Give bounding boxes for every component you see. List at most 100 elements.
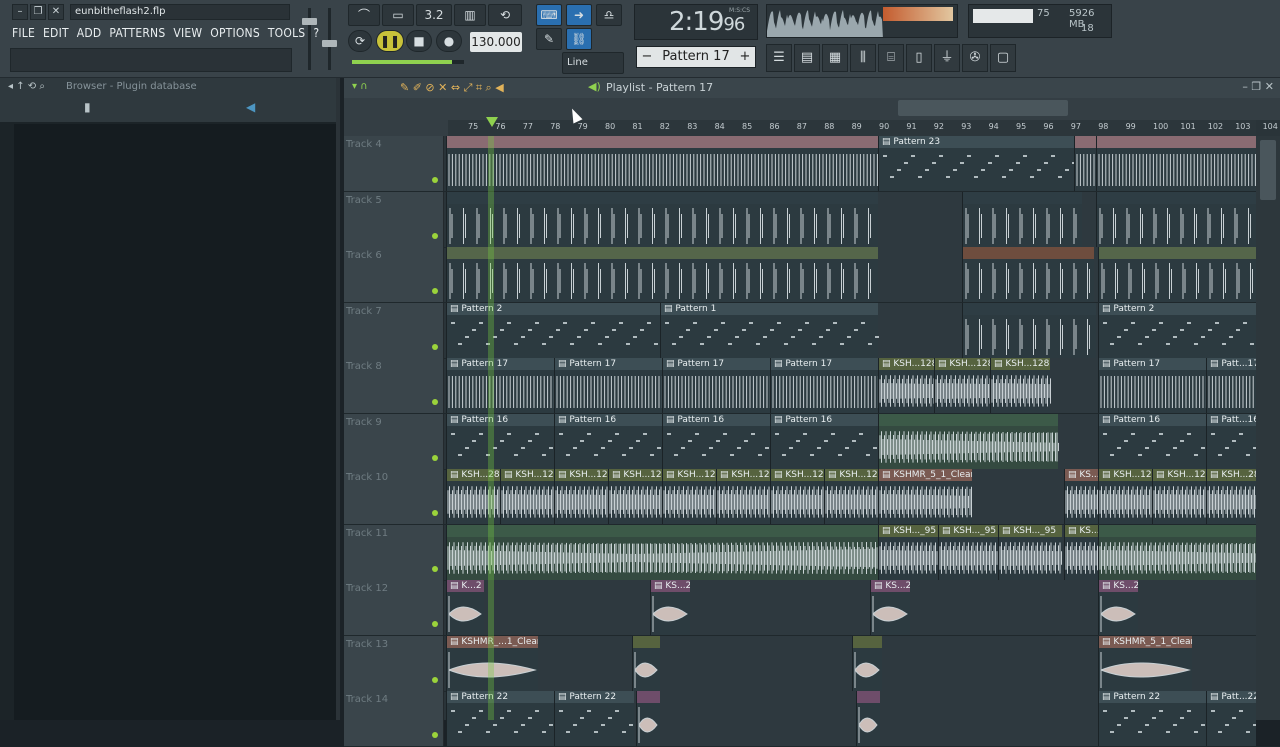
playlist-clip[interactable]: ▤ Pattern 22 — [446, 691, 554, 746]
track-lane[interactable] — [446, 247, 1256, 302]
metronome-bell-icon[interactable]: ♎ — [596, 4, 622, 26]
playlist-clip[interactable]: ▤ Pattern 17 — [662, 358, 771, 413]
menu-item-edit[interactable]: EDIT — [43, 26, 69, 44]
playlist-clip[interactable] — [852, 635, 882, 691]
playlist-clip[interactable]: ▤ Patt...22 — [1206, 691, 1256, 746]
stop-button[interactable]: ■ — [406, 30, 432, 52]
playlist-clip[interactable] — [1074, 136, 1096, 191]
playlist-clip[interactable]: ▤ KSH...128 — [716, 469, 771, 524]
track-lane[interactable]: ▤ KSH...28 ▤ KSH...128 ▤ KSH...128 ▤ KSH...… — [446, 469, 1256, 524]
playlist-clip[interactable] — [962, 191, 1082, 247]
track-header[interactable]: Track 14 — [344, 691, 444, 746]
step-edit-icon[interactable]: ➜ — [566, 4, 592, 26]
draw-tool-icon[interactable]: ✎ ✐ ⊘ ✕ ⇔ ⤢ ⌗ ⌕ ◀ — [400, 81, 504, 95]
pattern-selector[interactable]: − Pattern 17 + — [636, 46, 756, 68]
loop-record-icon[interactable]: ⟲ — [488, 4, 522, 26]
track-lane[interactable] — [446, 191, 1256, 247]
blend-notes-icon[interactable]: ▥ — [454, 4, 486, 26]
playlist-clip[interactable]: ▤ KS...2 — [870, 580, 910, 635]
track-mute-led[interactable] — [432, 177, 438, 183]
playlist-clip[interactable]: ▤ KSH...128 — [608, 469, 663, 524]
playlist-clip[interactable]: ▤ Patt...16 — [1206, 413, 1256, 469]
track-lane[interactable]: ▤ KSHMR_...1_Clean ▤ KSHMR_5_1_Clean — [446, 635, 1256, 691]
track-lane[interactable]: ▤ Pattern 23 — [446, 136, 1256, 191]
channel-rack-icon[interactable]: ▦ — [822, 44, 848, 72]
track-header[interactable]: Track 6 — [344, 247, 444, 302]
playlist-clip[interactable]: ▤ Pattern 17 — [554, 358, 663, 413]
track-lane[interactable]: ▤ Pattern 22 ▤ Pattern 22 ▤ Pattern 22 ▤ Pa… — [446, 691, 1256, 746]
track-lane[interactable]: ▤ Pattern 16 ▤ Pattern 16 ▤ Pattern 16 ▤ Pa… — [446, 413, 1256, 469]
menu-item-view[interactable]: VIEW — [173, 26, 202, 44]
browser-back-icon[interactable]: ◂ ↑ ⟲ ⌕ — [8, 81, 45, 92]
playlist-clip[interactable] — [1096, 191, 1256, 247]
magnet-icon[interactable]: ▾ ∩ — [352, 81, 368, 92]
playlist-clip[interactable] — [636, 691, 660, 746]
playlist-clip[interactable] — [1098, 524, 1256, 580]
track-lane[interactable]: ▤ KSH..._95▤ KSH..._95▤ KSH..._95▤ KS...… — [446, 524, 1256, 580]
master-pitch-knob[interactable] — [322, 40, 337, 47]
playlist-clip[interactable]: ▤ Pattern 17 — [1098, 358, 1207, 413]
track-area[interactable]: Track 4 ▤ Pattern 23 Track 5 Track 6 Track 7… — [344, 136, 1280, 747]
playlist-clip[interactable] — [446, 247, 878, 302]
playlist-clip[interactable]: ▤ KS...2 — [650, 580, 690, 635]
track-mute-led[interactable] — [432, 232, 438, 239]
tempo-field[interactable]: 130.000 — [470, 32, 522, 52]
playlist-clip[interactable]: ▤ KSH...128 — [824, 469, 879, 524]
plugin-icon[interactable]: ▯ — [906, 44, 932, 72]
playlist-clip[interactable]: ▤ KSH...128 — [554, 469, 609, 524]
playlist-clip[interactable]: ▤ Pattern 2 — [1098, 302, 1256, 358]
template-icon[interactable]: ▢ — [990, 44, 1016, 72]
playlist-clip[interactable]: ▤ KSH...28 — [1206, 469, 1256, 524]
track-header[interactable]: Track 5 — [344, 191, 444, 247]
track-header[interactable]: Track 13 — [344, 635, 444, 691]
pattern-next-icon[interactable]: + — [739, 47, 751, 67]
track-lane[interactable]: ▤ K...2 ▤ KS...2 ▤ KS...2 ▤ KS...2 — [446, 580, 1256, 635]
restore-icon[interactable]: ❐ — [30, 4, 46, 20]
browser-icon[interactable]: ⌸ — [878, 44, 904, 72]
pattern-song-toggle-icon[interactable]: ⟳ — [348, 30, 372, 52]
playlist-clip[interactable] — [962, 302, 1096, 358]
playlist-clip[interactable]: ▤ Patt...17 — [1206, 358, 1256, 413]
track-mute-led[interactable] — [432, 343, 438, 350]
menu-item-patterns[interactable]: PATTERNS — [109, 26, 165, 44]
plug-icon[interactable]: ⏚ — [934, 44, 960, 72]
playlist-clip[interactable]: ▤ KSH...128 — [990, 358, 1051, 413]
track-lane[interactable]: ▤ Pattern 2 ▤ Pattern 1 ▤ Pattern 2 — [446, 302, 1256, 358]
playlist-clip[interactable]: ▤ Pattern 17 — [770, 358, 879, 413]
playlist-clip[interactable]: ▤ Pattern 16 — [554, 413, 662, 469]
typing-keyboard-icon[interactable]: ⌨ — [536, 4, 562, 26]
playlist-clip[interactable]: ▤ Pattern 1 — [660, 302, 879, 358]
pause-button[interactable]: ❚❚ — [376, 30, 404, 52]
master-volume-knob[interactable] — [302, 18, 317, 25]
track-header[interactable]: Track 12 — [344, 580, 444, 635]
horizontal-scrollbar[interactable] — [344, 98, 1280, 120]
playlist-clip[interactable]: ▤ KS...2 — [1098, 580, 1138, 635]
piano-roll-icon[interactable]: ▤ — [794, 44, 820, 72]
playlist-clip[interactable]: ▤ KSHMR_5_1_Clean — [878, 469, 972, 524]
playlist-clip[interactable]: ▤ Pattern 22 — [1098, 691, 1206, 746]
playlist-clip[interactable]: ▤ Pattern 2 — [446, 302, 660, 358]
playlist-clip[interactable] — [1098, 247, 1256, 302]
track-lane[interactable]: ▤ Pattern 17 ▤ Pattern 17 ▤ Pattern 17 ▤ Pa… — [446, 358, 1256, 413]
playlist-icon[interactable]: ☰ — [766, 44, 792, 72]
scroll-thumb[interactable] — [898, 100, 1068, 116]
track-header[interactable]: Track 11 — [344, 524, 444, 580]
playlist-clip[interactable]: ▤ Pattern 16 — [1098, 413, 1206, 469]
track-header[interactable]: Track 8 — [344, 358, 444, 413]
speaker-icon[interactable]: ◀ — [246, 100, 255, 114]
playlist-clip[interactable] — [446, 524, 879, 580]
playlist-clip[interactable] — [962, 247, 1094, 302]
playlist-clip[interactable] — [856, 691, 880, 746]
wrench-icon[interactable]: ✇ — [962, 44, 988, 72]
playlist-clip[interactable]: ▤ KSH...128 — [770, 469, 825, 524]
track-mute-led[interactable] — [432, 288, 438, 294]
playlist-clip[interactable] — [446, 136, 878, 191]
track-mute-led[interactable] — [432, 454, 438, 461]
track-header[interactable]: Track 7 — [344, 302, 444, 358]
countdown-icon[interactable]: 3.2 — [416, 4, 452, 26]
playlist-clip[interactable]: ▤ KSH...128 — [934, 358, 991, 413]
track-header[interactable]: Track 9 — [344, 413, 444, 469]
snap-select[interactable]: Line — [562, 52, 624, 74]
playlist-clip[interactable]: ▤ KSHMR_5_1_Clean — [1098, 635, 1192, 691]
timeline-ruler[interactable]: 75 76 77 78 79 80 81 82 83 84 85 86 87 88 89 90 91 92 93 94… — [448, 120, 1278, 136]
